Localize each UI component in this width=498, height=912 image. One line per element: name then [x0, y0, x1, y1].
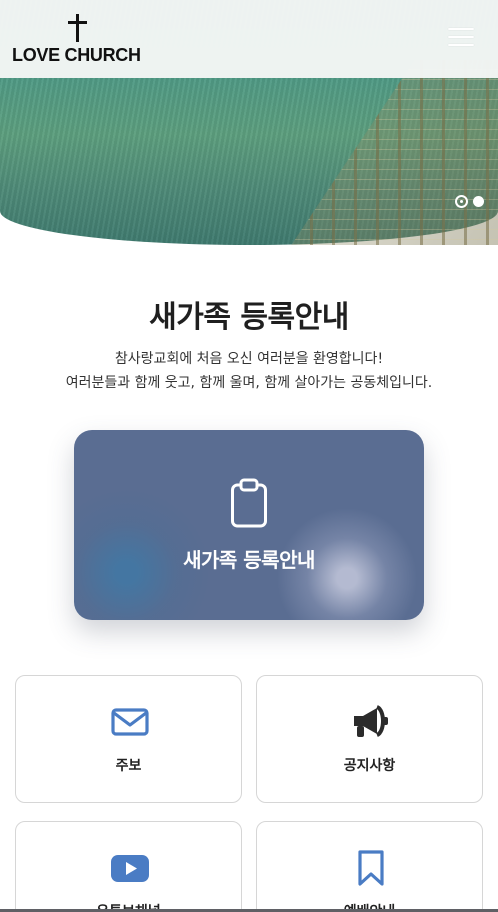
tile-bulletin[interactable]: 주보	[15, 675, 242, 803]
menu-line	[448, 28, 474, 30]
envelope-icon	[111, 708, 149, 736]
hero-banner: LOVE CHURCH	[0, 0, 498, 245]
slider-dot-active[interactable]	[455, 195, 468, 208]
clipboard-icon	[231, 478, 267, 528]
slider-pagination	[455, 195, 487, 209]
intro-line-1: 참사랑교회에 처음 오신 여러분을 환영합니다!	[114, 351, 384, 367]
intro-text: 참사랑교회에 처음 오신 여러분을 환영합니다! 여러분들과 함께 웃고, 함께…	[0, 347, 498, 395]
hamburger-menu-icon[interactable]	[448, 24, 476, 50]
page-title: 새가족 등록안내	[149, 300, 349, 335]
tile-label: 공지사항	[343, 758, 396, 774]
intro-line-2: 여러분들과 함께 웃고, 함께 울며, 함께 살아가는 공동체입니다.	[65, 375, 433, 391]
hero-fence-graphic	[288, 60, 498, 245]
bookmark-icon	[358, 850, 384, 886]
cross-icon	[76, 14, 79, 42]
site-header: LOVE CHURCH	[0, 0, 498, 78]
tile-notices[interactable]: 공지사항	[256, 675, 483, 803]
menu-line	[448, 44, 474, 46]
youtube-icon	[111, 855, 149, 882]
new-family-register-button[interactable]: 새가족 등록안내	[74, 430, 424, 620]
slider-dot[interactable]	[473, 196, 484, 207]
register-card-label: 새가족 등록안내	[183, 548, 315, 572]
cross-icon-bar	[68, 21, 87, 24]
logo-text: LOVE CHURCH	[12, 45, 141, 65]
megaphone-icon	[354, 705, 388, 737]
tile-worship-info[interactable]: 예배안내	[256, 821, 483, 912]
menu-line	[448, 36, 474, 38]
logo[interactable]: LOVE CHURCH	[12, 12, 144, 68]
tile-label: 주보	[115, 758, 142, 774]
tile-youtube[interactable]: 유튜브채널	[15, 821, 242, 912]
